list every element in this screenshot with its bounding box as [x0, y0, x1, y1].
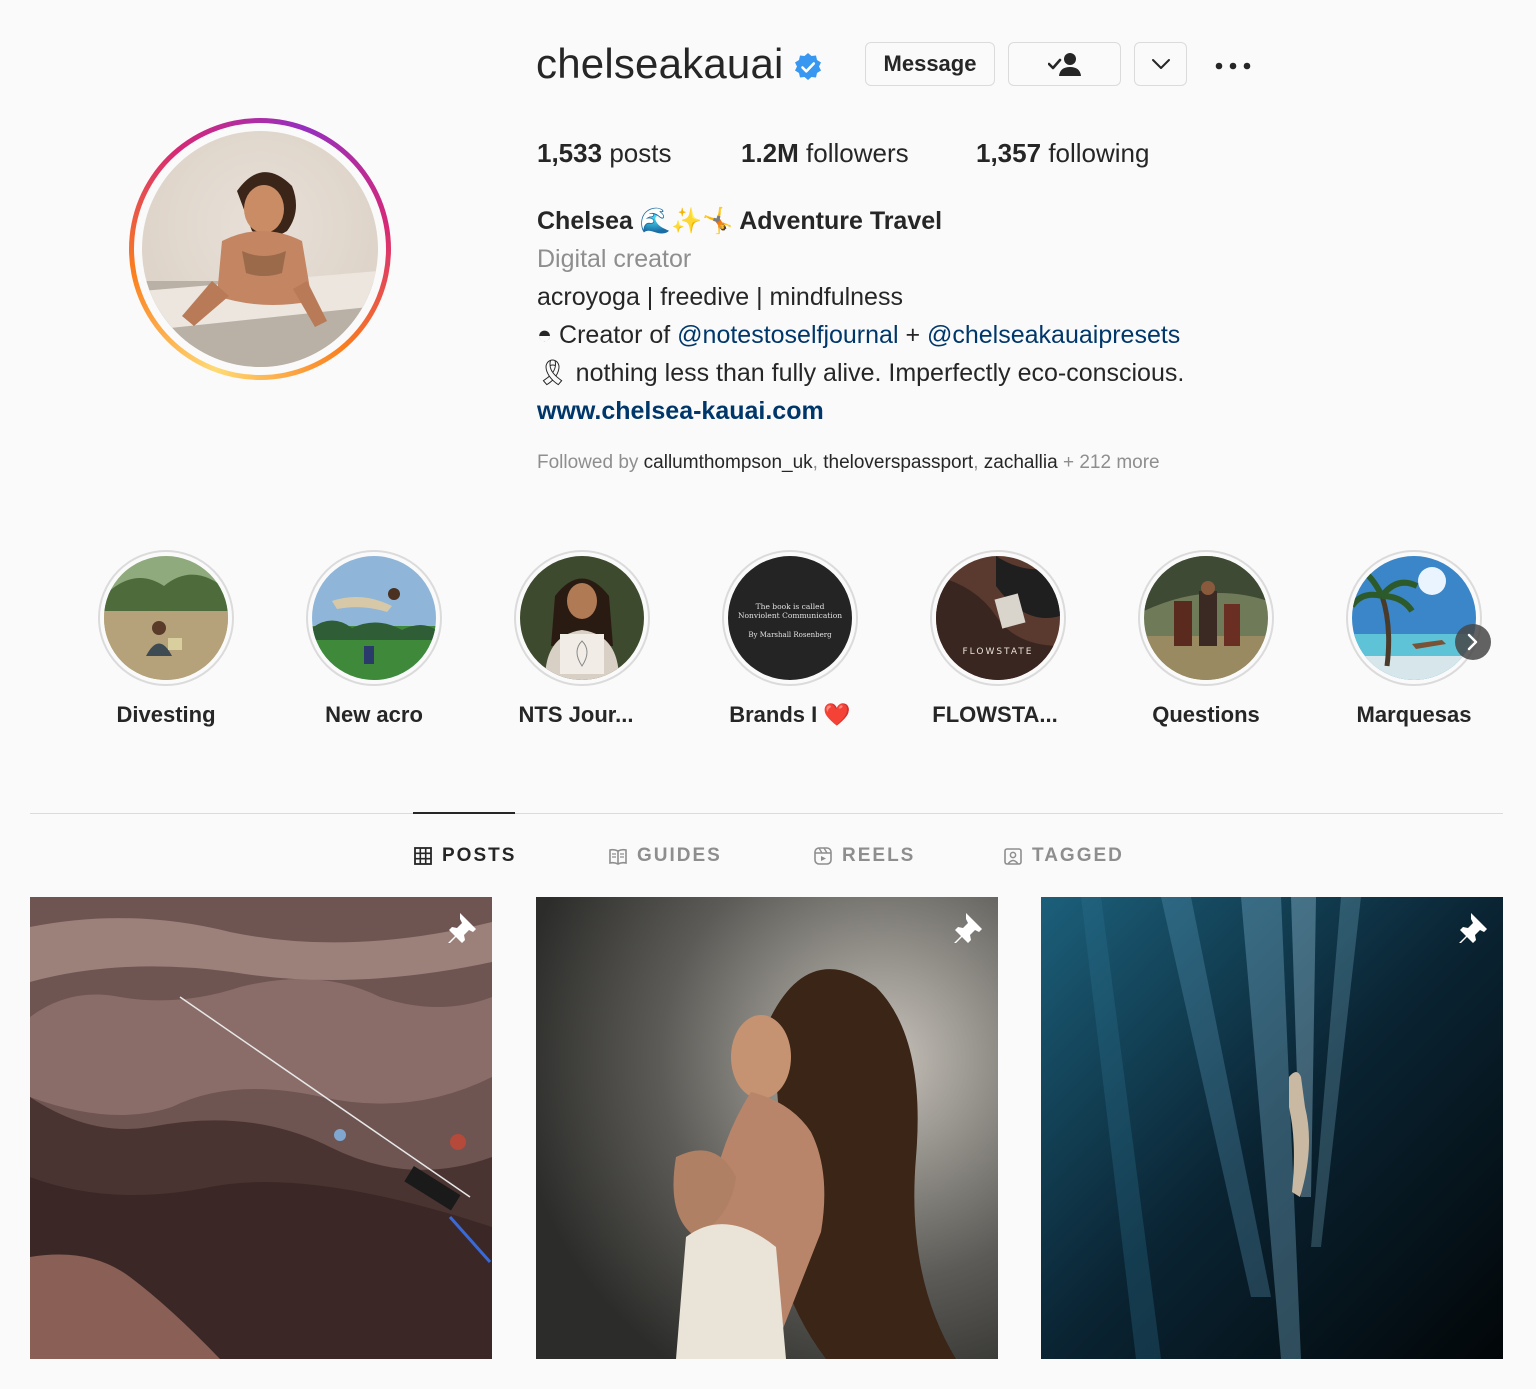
- tab-label: REELS: [842, 845, 916, 866]
- followers-count-value: 1.2M: [741, 138, 799, 168]
- message-button[interactable]: Message: [865, 42, 995, 86]
- person-check-icon: [1047, 53, 1081, 76]
- bio-line-3: 🎗 nothing less than fully alive. Imperfe…: [537, 359, 1185, 387]
- highlight-cover: FLOWSTATE: [936, 556, 1060, 680]
- avatar-story-ring[interactable]: [129, 118, 391, 380]
- highlight-label: Brands I ❤️: [729, 702, 851, 727]
- followed-by-suffix: + 212 more: [1057, 452, 1160, 473]
- following-button[interactable]: [1008, 42, 1121, 86]
- mention-link-presets[interactable]: @chelseakauaipresets: [927, 321, 1180, 349]
- posts-count-label: posts: [609, 138, 672, 168]
- tab-tagged[interactable]: TAGGED: [1004, 845, 1124, 867]
- highlight-label: NTS Jour...: [518, 702, 634, 727]
- post-thumbnail[interactable]: [1041, 897, 1503, 1359]
- verified-badge-icon: [795, 53, 821, 80]
- highlight-cover: The book is called Nonviolent Communicat…: [728, 556, 852, 680]
- bio-line-2-prefix: ◓ Creator of: [537, 321, 678, 349]
- highlight-cover: [1144, 556, 1268, 680]
- post-image-portrait: [536, 897, 998, 1359]
- highlight-new-acro[interactable]: [306, 550, 442, 686]
- highlight-flowstate[interactable]: FLOWSTATE: [930, 550, 1066, 686]
- pinned-post-icon: [1459, 913, 1487, 943]
- bio-line-2-plus: +: [898, 321, 927, 349]
- highlights-next-button[interactable]: [1455, 624, 1491, 660]
- mention-link-journal[interactable]: @notestoselfjournal: [677, 321, 898, 349]
- posts-count-value: 1,533: [537, 138, 603, 168]
- followed-by-text[interactable]: Followed by callumthompson_uk, thelovers…: [537, 452, 1160, 474]
- website-link[interactable]: www.chelsea-kauai.com: [537, 397, 824, 426]
- avatar-ring-gap: [134, 123, 386, 375]
- followed-by-prefix: Followed by: [537, 452, 644, 473]
- highlight-questions[interactable]: [1138, 550, 1274, 686]
- brands-cover-line-1: The book is called: [756, 602, 825, 611]
- tab-posts[interactable]: POSTS: [414, 845, 516, 867]
- bio-line-2: ◓ Creator of @notestoselfjournal + @chel…: [537, 321, 1180, 350]
- highlight-cover: [1352, 556, 1476, 680]
- highlight-marquesas[interactable]: [1346, 550, 1482, 686]
- active-tab-indicator: [413, 812, 515, 814]
- highlight-cover: [312, 556, 436, 680]
- tab-label: POSTS: [442, 845, 517, 866]
- posts-count: 1,533 posts: [537, 138, 671, 169]
- following-count[interactable]: 1,357 following: [976, 138, 1149, 169]
- followers-count-label: followers: [806, 138, 909, 168]
- followed-by-sep-1: ,: [812, 452, 824, 473]
- followed-by-user-1[interactable]: callumthompson_uk: [644, 452, 813, 473]
- followed-by-user-2[interactable]: theloverspassport: [823, 452, 973, 473]
- highlight-label: Questions: [1152, 702, 1260, 727]
- followers-count[interactable]: 1.2M followers: [741, 138, 909, 169]
- profile-category: Digital creator: [537, 245, 692, 273]
- reels-icon: [814, 847, 832, 865]
- post-thumbnail[interactable]: [30, 897, 492, 1359]
- highlight-divesting[interactable]: [98, 550, 234, 686]
- pinned-post-icon: [448, 913, 476, 943]
- pinned-post-icon: [954, 913, 982, 943]
- grid-icon: [414, 847, 432, 865]
- suggested-accounts-button[interactable]: [1134, 42, 1187, 86]
- flowstate-cover-text: FLOWSTATE: [962, 647, 1033, 657]
- brands-cover-line-3: By Marshall Rosenberg: [748, 631, 832, 639]
- brands-cover-line-2: Nonviolent Communication: [738, 611, 842, 620]
- highlight-label: New acro: [325, 702, 423, 727]
- tab-label: GUIDES: [637, 845, 722, 866]
- followed-by-user-3[interactable]: zachallia: [984, 452, 1058, 473]
- tabs-divider: [30, 813, 1503, 814]
- following-count-label: following: [1048, 138, 1150, 168]
- highlight-label: FLOWSTA...: [932, 702, 1058, 727]
- more-options-button[interactable]: [1208, 48, 1258, 84]
- profile-username: chelseakauai: [536, 40, 784, 87]
- post-image-cliff: [30, 897, 492, 1359]
- tab-guides[interactable]: GUIDES: [609, 845, 722, 867]
- followed-by-sep-2: ,: [973, 452, 984, 473]
- guide-icon: [609, 848, 627, 865]
- highlight-cover: [104, 556, 228, 680]
- highlight-label: Divesting: [116, 702, 216, 727]
- more-dots-icon: [1215, 62, 1251, 70]
- following-count-value: 1,357: [976, 138, 1042, 168]
- message-button-label: Message: [883, 51, 977, 76]
- highlight-cover: [520, 556, 644, 680]
- profile-full-name: Chelsea 🌊✨🤸 Adventure Travel: [537, 207, 943, 235]
- highlight-brands[interactable]: The book is called Nonviolent Communicat…: [722, 550, 858, 686]
- highlight-label: Marquesas: [1356, 702, 1472, 727]
- chevron-down-icon: [1151, 59, 1170, 69]
- post-thumbnail[interactable]: [536, 897, 998, 1359]
- tagged-icon: [1004, 848, 1022, 865]
- avatar[interactable]: [142, 131, 378, 367]
- highlight-nts-journal[interactable]: [514, 550, 650, 686]
- post-image-underwater: [1041, 897, 1503, 1359]
- chevron-right-icon: [1467, 633, 1478, 651]
- tab-label: TAGGED: [1032, 845, 1124, 866]
- tab-reels[interactable]: REELS: [814, 845, 915, 867]
- bio-line-1: acroyoga | freedive | mindfulness: [537, 283, 903, 311]
- avatar-photo-illustration: [142, 172, 378, 367]
